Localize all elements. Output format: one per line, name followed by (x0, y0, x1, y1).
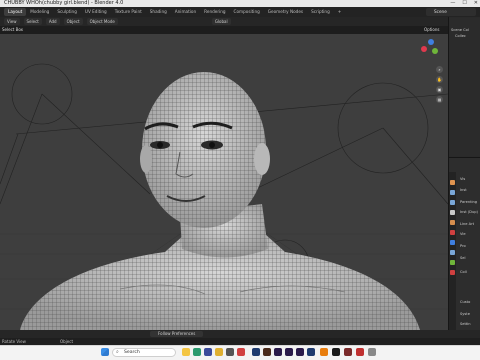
viewport-canvas[interactable] (0, 34, 448, 330)
scene-tab-icon[interactable] (450, 220, 455, 225)
acrobat-icon[interactable] (344, 348, 352, 356)
prop-row[interactable]: Inst (460, 188, 467, 192)
illustrator-icon[interactable] (263, 348, 271, 356)
tab-sculpting[interactable]: Sculpting (53, 8, 81, 16)
gizmo-z-axis[interactable] (428, 39, 434, 45)
status-object: Object (60, 339, 74, 344)
properties-tabs (449, 172, 456, 330)
app-icon[interactable] (237, 348, 245, 356)
output-tab-icon[interactable] (450, 200, 455, 205)
app-icon[interactable] (204, 348, 212, 356)
prop-row[interactable]: Vie (460, 232, 466, 236)
zoom-icon[interactable]: ⌕ (436, 66, 443, 73)
prop-row[interactable]: Sel (460, 256, 466, 260)
tool-select-box[interactable]: Select Box (0, 26, 448, 34)
tab-scripting[interactable]: Scripting (307, 8, 334, 16)
data-tab-icon[interactable] (450, 260, 455, 265)
maximize-button[interactable]: ☐ (462, 0, 466, 7)
outliner-item[interactable]: Scene Col (451, 28, 469, 32)
outliner-item[interactable]: Collec (455, 34, 466, 38)
tab-texture-paint[interactable]: Texture Paint (111, 8, 146, 16)
window-title: CHUBBY WHOh(chubby girl.blend) - Blender… (0, 0, 480, 7)
app-icon[interactable] (226, 348, 234, 356)
search-icon: ⌕ (116, 349, 119, 355)
view-menu[interactable]: View (4, 18, 20, 25)
tab-geometry-nodes[interactable]: Geometry Nodes (264, 8, 307, 16)
tab-rendering[interactable]: Rendering (200, 8, 229, 16)
prop-row[interactable]: Syste (460, 312, 470, 316)
tab-modeling[interactable]: Modeling (26, 8, 53, 16)
camera-view-icon[interactable]: ▣ (436, 86, 443, 93)
tab-uv-editing[interactable]: UV Editing (81, 8, 111, 16)
window-controls: — ☐ ✕ (450, 0, 478, 7)
follow-preferences-dropdown[interactable]: Follow Preferences (150, 331, 204, 337)
blender-icon[interactable] (320, 348, 328, 356)
app-icon[interactable] (332, 348, 340, 356)
select-menu[interactable]: Select (23, 18, 42, 25)
modifier-tab-icon[interactable] (450, 250, 455, 255)
add-menu[interactable]: Add (45, 18, 60, 25)
prop-row[interactable]: Pro (460, 244, 466, 248)
minimize-button[interactable]: — (450, 0, 455, 7)
chrome-icon[interactable] (215, 348, 223, 356)
viewport-footer: Follow Preferences (0, 330, 480, 338)
world-tab-icon[interactable] (450, 230, 455, 235)
transform-orientation[interactable]: Global (211, 18, 231, 25)
tab-layout[interactable]: Layout (4, 8, 27, 16)
scene-selector[interactable]: Scene (426, 8, 476, 16)
close-button[interactable]: ✕ (474, 0, 478, 7)
premiere-icon[interactable] (285, 348, 293, 356)
prop-row[interactable]: Vis (460, 177, 465, 181)
object-menu[interactable]: Object (63, 18, 83, 25)
prop-row[interactable]: Inst (Dup) (460, 210, 478, 214)
render-tab-icon[interactable] (450, 190, 455, 195)
edge-icon[interactable] (193, 348, 201, 356)
tab-shading[interactable]: Shading (146, 8, 171, 16)
prop-row[interactable]: Parenting (460, 200, 477, 204)
tab-compositing[interactable]: Compositing (230, 8, 264, 16)
3d-viewport[interactable]: ⌕ ✋ ▣ ▦ (0, 34, 448, 330)
object-tab-icon[interactable] (450, 240, 455, 245)
gizmo-y-axis[interactable] (432, 48, 438, 54)
start-icon[interactable] (101, 348, 109, 356)
material-tab-icon[interactable] (450, 270, 455, 275)
tab-animation[interactable]: Animation (171, 8, 200, 16)
mode-dropdown[interactable]: Object Mode (86, 18, 118, 25)
search-input[interactable]: Search (112, 348, 176, 357)
view-layer-tab-icon[interactable] (450, 210, 455, 215)
grid-ortho-icon[interactable]: ▦ (436, 96, 443, 103)
app-icon[interactable] (356, 348, 364, 356)
after-effects-icon[interactable] (274, 348, 282, 356)
viewport-header: View Select Add Object Object Mode Globa… (0, 17, 448, 26)
options-menu[interactable]: Options (424, 27, 439, 32)
prop-row[interactable]: Line Art (460, 222, 474, 226)
lightroom-icon[interactable] (307, 348, 315, 356)
pan-hand-icon[interactable]: ✋ (436, 76, 443, 83)
tool-tab-icon[interactable] (450, 180, 455, 185)
workspace-tabs: Layout Modeling Sculpting UV Editing Tex… (0, 7, 480, 17)
status-bar: Rotate View Object (0, 338, 480, 345)
status-hint: Rotate View (2, 339, 26, 344)
settings-icon[interactable] (368, 348, 376, 356)
file-explorer-icon[interactable] (182, 348, 190, 356)
media-encoder-icon[interactable] (296, 348, 304, 356)
outliner[interactable]: Scene Col Collec (449, 18, 480, 156)
prop-row[interactable]: Custo (460, 300, 470, 304)
photoshop-icon[interactable] (252, 348, 260, 356)
add-workspace-button[interactable]: + (334, 8, 346, 16)
prop-row[interactable]: Coll (460, 270, 467, 274)
prop-row[interactable]: Settin (460, 322, 471, 326)
gizmo-x-axis[interactable] (421, 46, 427, 52)
